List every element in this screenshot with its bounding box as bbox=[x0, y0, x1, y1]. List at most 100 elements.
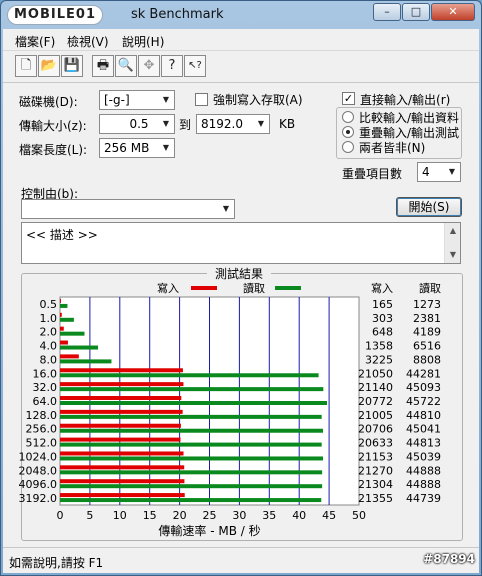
read-value: 45722 bbox=[406, 395, 441, 408]
close-button[interactable]: ✕ bbox=[431, 3, 475, 21]
x-tick-label: 35 bbox=[262, 509, 276, 522]
print-icon[interactable]: 🖶 bbox=[92, 55, 114, 77]
y-tick-label: 16.0 bbox=[33, 367, 58, 380]
legend-write-label: 寫入 bbox=[157, 281, 179, 295]
y-tick-label: 512.0 bbox=[26, 437, 58, 450]
app-window: MOBILE01 sk Benchmark – □ ✕ 檔案(F) 檢視(V) … bbox=[0, 0, 482, 576]
bar-write bbox=[60, 451, 184, 456]
x-tick-label: 25 bbox=[203, 509, 217, 522]
write-value: 3225 bbox=[365, 353, 393, 366]
y-tick-label: 4.0 bbox=[40, 340, 58, 353]
col-header-read: 讀取 bbox=[419, 281, 441, 295]
read-value: 44281 bbox=[406, 367, 441, 380]
bar-write bbox=[60, 312, 62, 317]
menu-help[interactable]: 說明(H) bbox=[122, 33, 164, 50]
title-bar[interactable]: MOBILE01 sk Benchmark – □ ✕ bbox=[1, 1, 481, 29]
read-value: 44810 bbox=[406, 409, 441, 422]
bar-read bbox=[60, 331, 85, 336]
y-tick-label: 128.0 bbox=[26, 409, 58, 422]
context-help-icon[interactable]: ↖? bbox=[184, 55, 206, 77]
x-tick-label: 50 bbox=[352, 509, 366, 522]
y-tick-label: 3192.0 bbox=[19, 492, 58, 505]
write-value: 20706 bbox=[358, 423, 393, 436]
bar-read bbox=[60, 317, 74, 322]
bar-write bbox=[60, 423, 181, 428]
write-value: 21270 bbox=[358, 464, 393, 477]
write-value: 21050 bbox=[358, 367, 393, 380]
bar-write bbox=[60, 409, 183, 414]
bar-read bbox=[60, 414, 322, 419]
y-tick-label: 32.0 bbox=[33, 381, 58, 394]
bar-read bbox=[60, 484, 323, 489]
status-bar: 如需說明,請按 F1 #87894 bbox=[3, 547, 479, 573]
read-value: 44813 bbox=[406, 437, 441, 450]
write-value: 21140 bbox=[358, 381, 393, 394]
write-value: 20633 bbox=[358, 437, 393, 450]
x-tick-label: 30 bbox=[232, 509, 246, 522]
read-value: 45041 bbox=[406, 423, 441, 436]
bar-write bbox=[60, 368, 183, 373]
bar-read bbox=[60, 373, 319, 378]
watermark: #87894 bbox=[423, 552, 475, 566]
x-tick-label: 15 bbox=[143, 509, 157, 522]
status-help-text: 如需說明,請按 F1 bbox=[9, 556, 104, 570]
write-value: 21304 bbox=[358, 478, 393, 491]
bar-read bbox=[60, 442, 322, 447]
y-tick-label: 64.0 bbox=[33, 395, 58, 408]
x-tick-label: 45 bbox=[322, 509, 336, 522]
y-tick-label: 256.0 bbox=[26, 423, 58, 436]
read-value: 45039 bbox=[406, 450, 441, 463]
x-axis-label: 傳輸速率 - MB / 秒 bbox=[158, 523, 260, 538]
print-preview-icon[interactable]: 🔍 bbox=[115, 55, 137, 77]
x-tick-label: 20 bbox=[173, 509, 187, 522]
move-icon[interactable]: ✥ bbox=[138, 55, 160, 77]
y-tick-label: 0.5 bbox=[40, 298, 58, 311]
results-title: 測試結果 bbox=[215, 266, 263, 281]
read-value: 44888 bbox=[406, 464, 441, 477]
write-value: 21005 bbox=[358, 409, 393, 422]
window-title: sk Benchmark bbox=[131, 7, 224, 22]
help-icon[interactable]: ? bbox=[161, 55, 183, 77]
menu-view[interactable]: 檢視(V) bbox=[67, 33, 109, 50]
save-icon[interactable]: 💾 bbox=[61, 55, 83, 77]
write-value: 1358 bbox=[365, 340, 393, 353]
legend-read-swatch bbox=[275, 286, 301, 290]
read-value: 8808 bbox=[413, 353, 441, 366]
bar-write bbox=[60, 298, 61, 303]
write-value: 648 bbox=[372, 326, 393, 339]
bar-read bbox=[60, 401, 328, 405]
menu-file[interactable]: 檔案(F) bbox=[15, 33, 55, 50]
bar-write bbox=[60, 465, 185, 470]
new-file-icon[interactable]: 🗋 bbox=[15, 55, 37, 77]
bar-read bbox=[60, 428, 324, 433]
bar-write bbox=[60, 326, 64, 331]
y-tick-label: 8.0 bbox=[40, 353, 58, 366]
read-value: 2381 bbox=[413, 312, 441, 325]
bar-write bbox=[60, 493, 185, 498]
maximize-button[interactable]: □ bbox=[402, 3, 430, 21]
bar-read bbox=[60, 359, 112, 364]
main-panel: 磁碟機(D): [-g-] ▼ 強制寫入存取(A) ✓ 直接輸入/輸出(r) 傳… bbox=[3, 83, 479, 547]
bar-read bbox=[60, 470, 323, 475]
write-value: 21153 bbox=[358, 450, 393, 463]
read-value: 45093 bbox=[406, 381, 441, 394]
read-value: 1273 bbox=[413, 298, 441, 311]
x-tick-label: 0 bbox=[57, 509, 64, 522]
results-chart: 測試結果寫入 讀取 寫入 讀取 0 5 10 15 20 25 30 35 40 45 50 0.5 165 12… bbox=[19, 266, 442, 538]
write-value: 21355 bbox=[358, 492, 393, 505]
bar-write bbox=[60, 382, 184, 387]
open-folder-icon[interactable]: 📂 bbox=[38, 55, 60, 77]
x-tick-label: 5 bbox=[86, 509, 93, 522]
read-value: 6516 bbox=[413, 340, 441, 353]
x-tick-label: 10 bbox=[113, 509, 127, 522]
menu-bar: 檔案(F) 檢視(V) 說明(H) bbox=[3, 29, 479, 51]
write-value: 20772 bbox=[358, 395, 393, 408]
minimize-button[interactable]: – bbox=[373, 3, 401, 21]
legend-write-swatch bbox=[191, 286, 217, 290]
bar-read bbox=[60, 303, 68, 308]
bar-read bbox=[60, 498, 322, 503]
bar-read bbox=[60, 456, 324, 461]
bar-write bbox=[60, 340, 68, 345]
bar-write bbox=[60, 354, 79, 359]
bar-write bbox=[60, 437, 181, 442]
